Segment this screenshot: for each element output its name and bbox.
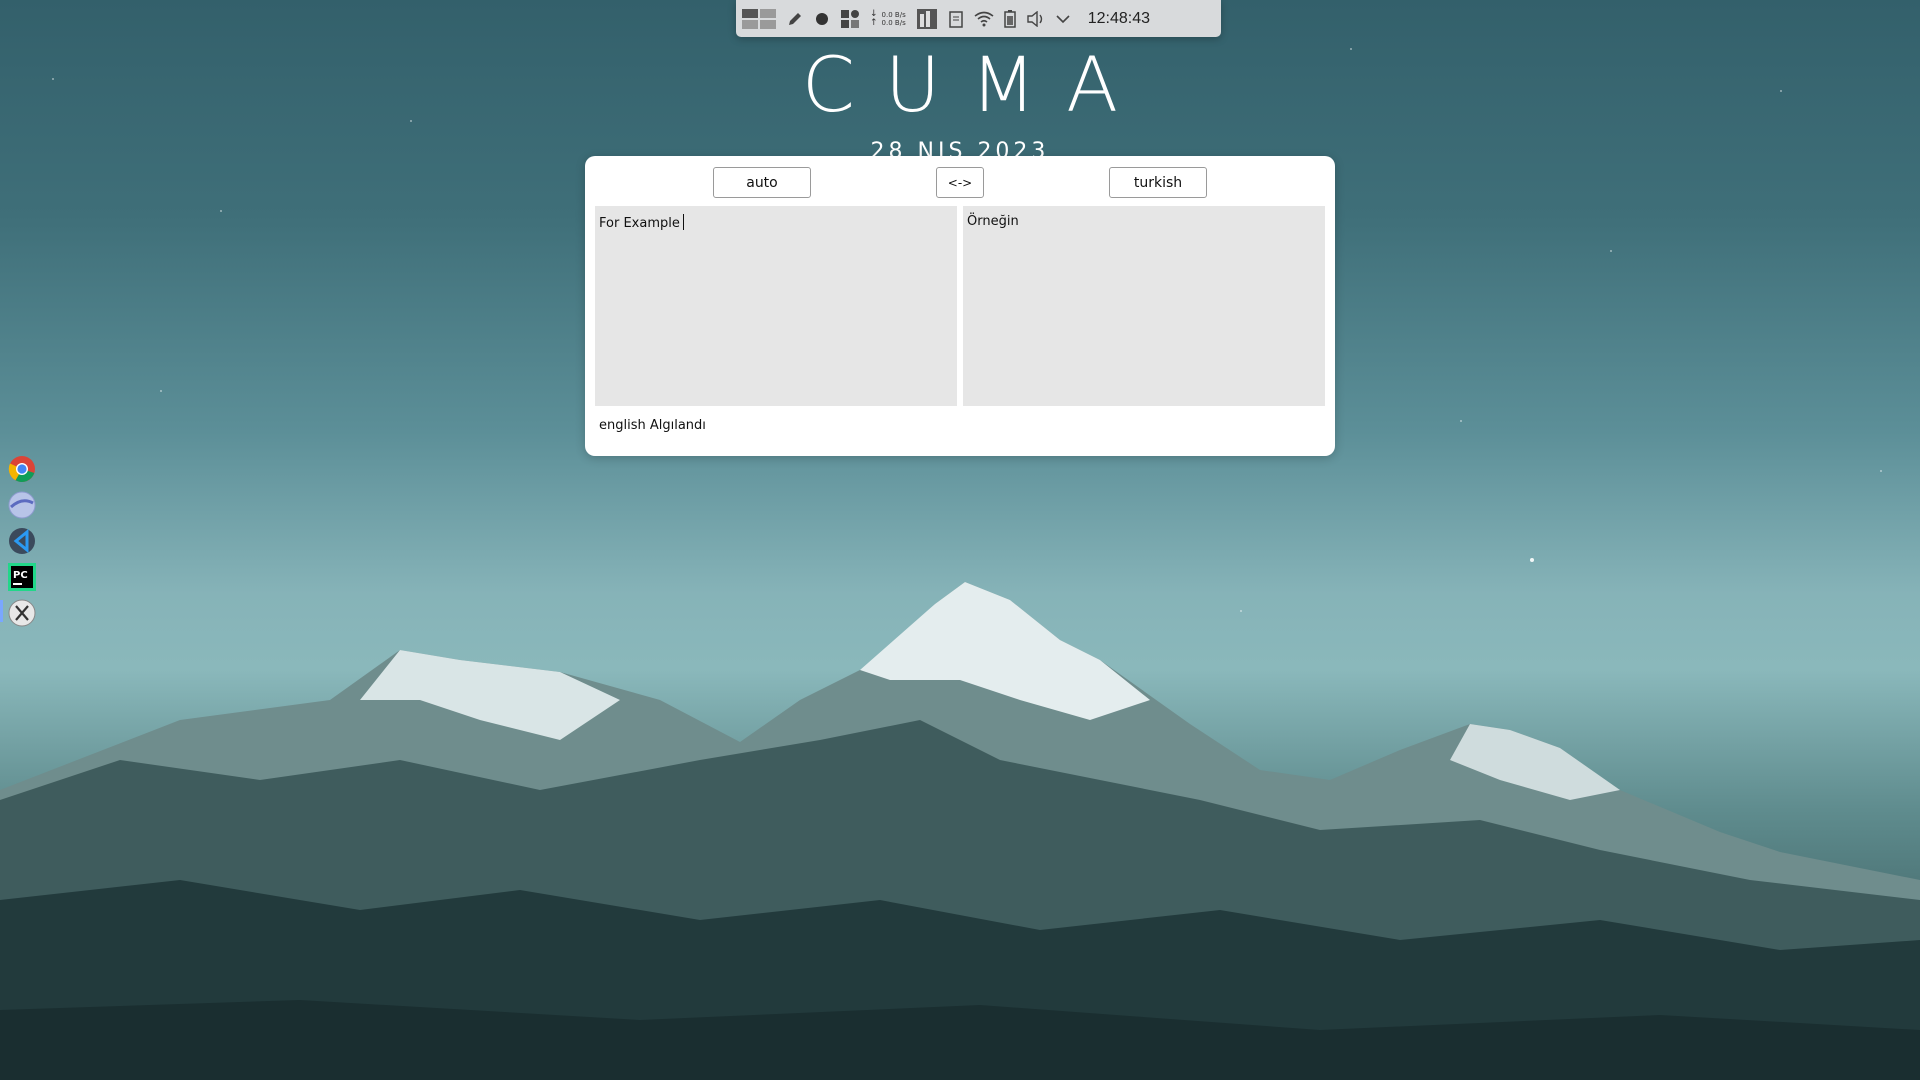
dock-active-indicator — [0, 600, 3, 622]
translated-text-value: Örneğin — [967, 214, 1019, 229]
translated-text-output[interactable]: Örneğin — [963, 206, 1325, 406]
system-monitor-icon[interactable] — [916, 8, 938, 30]
pycharm-icon[interactable]: PC — [8, 563, 36, 591]
chevron-down-icon[interactable] — [1056, 8, 1070, 30]
pen-icon[interactable] — [786, 8, 804, 30]
app-grid-icon[interactable] — [840, 8, 860, 30]
network-speed-icon: ↓ ↑ 0.0 B/s 0.0 B/s — [870, 8, 906, 28]
volume-icon[interactable] — [1026, 8, 1046, 30]
battery-icon[interactable] — [1003, 8, 1016, 30]
source-text-value: For Example — [599, 216, 680, 231]
net-up-value: 0.0 B/s — [881, 18, 906, 27]
x-app-icon[interactable] — [8, 599, 36, 627]
text-caret — [682, 214, 684, 230]
target-language-button[interactable]: turkish — [1109, 167, 1207, 198]
source-language-button[interactable]: auto — [713, 167, 811, 198]
workspace-switcher-icon[interactable] — [742, 8, 776, 30]
swap-languages-button[interactable]: <-> — [936, 167, 984, 198]
left-dock: PC — [8, 455, 36, 627]
top-panel: ↓ ↑ 0.0 B/s 0.0 B/s 12:48:43 — [736, 0, 1221, 37]
panel-clock[interactable]: 12:48:43 — [1088, 10, 1150, 28]
source-text-input[interactable]: For Example — [595, 206, 957, 406]
clipboard-icon[interactable] — [948, 8, 964, 30]
browser-icon[interactable] — [8, 491, 36, 519]
wifi-icon[interactable] — [974, 8, 994, 30]
chrome-icon[interactable] — [8, 455, 36, 483]
translator-window: auto <-> turkish For Example Örneğin eng… — [585, 156, 1335, 456]
svg-text:PC: PC — [13, 570, 28, 581]
detected-language-status: english Algılandı — [599, 418, 706, 433]
record-icon[interactable] — [814, 8, 830, 30]
net-down-value: 0.0 B/s — [881, 10, 906, 19]
vscode-icon[interactable] — [8, 527, 36, 555]
desktop-day-title: CUMA — [801, 40, 1149, 129]
